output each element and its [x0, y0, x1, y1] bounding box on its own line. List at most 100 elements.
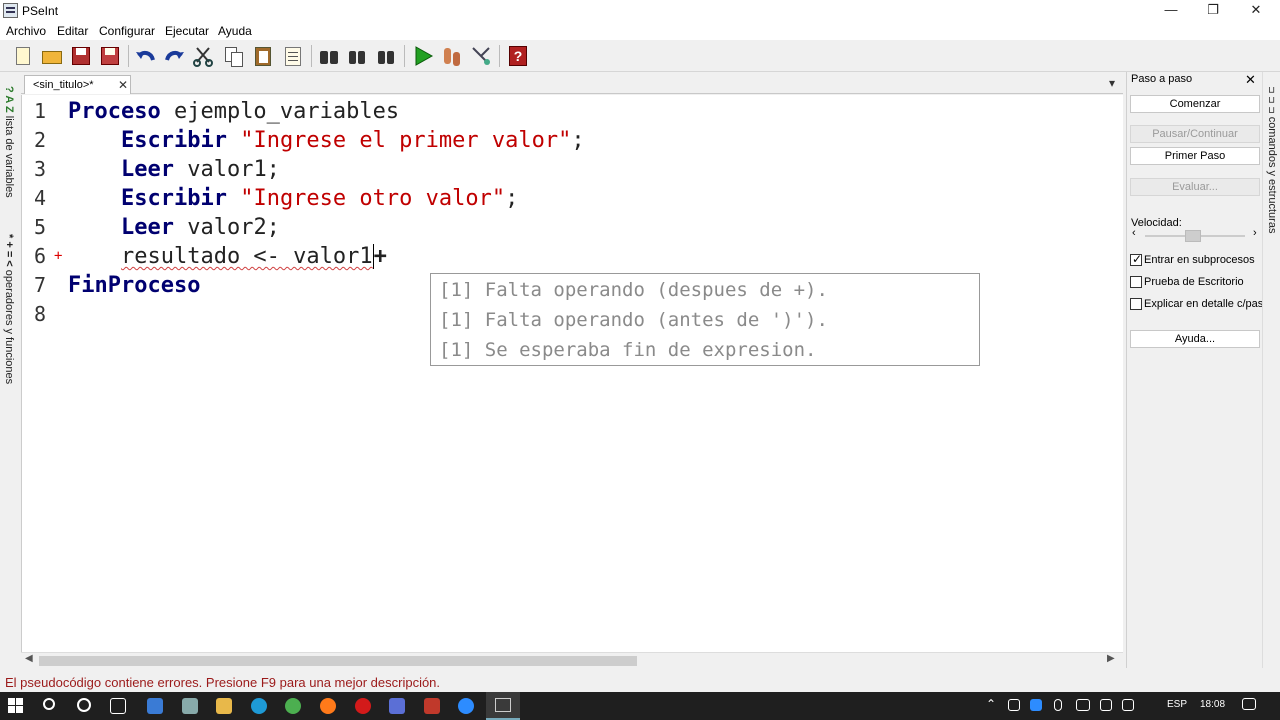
- pause-continue-button[interactable]: Pausar/Continuar: [1130, 125, 1260, 143]
- tab-label: <sin_titulo>*: [33, 79, 94, 91]
- firefox-icon[interactable]: [320, 698, 336, 714]
- explain-detail-label: Explicar en detalle c/paso: [1144, 298, 1270, 310]
- explain-detail-checkbox[interactable]: [1130, 298, 1142, 310]
- undo-icon[interactable]: [134, 44, 158, 68]
- tab-list-dropdown-icon[interactable]: ▾: [1109, 76, 1115, 90]
- copy-icon[interactable]: [222, 44, 246, 68]
- status-bar: El pseudocódigo contiene errores. Presio…: [0, 670, 1280, 692]
- app-icon[interactable]: [182, 698, 198, 714]
- toolbar: ?: [0, 40, 1280, 72]
- speed-decrease-icon[interactable]: ‹: [1132, 227, 1136, 239]
- code-line: 3 Leer valor1;: [34, 157, 280, 182]
- menu-ejecutar[interactable]: Ejecutar: [165, 24, 209, 38]
- zoom-icon[interactable]: [458, 698, 474, 714]
- tray-icon[interactable]: [1008, 699, 1020, 711]
- speed-slider-thumb[interactable]: [1185, 230, 1201, 242]
- store-icon[interactable]: [147, 698, 163, 714]
- start-button[interactable]: Comenzar: [1130, 95, 1260, 113]
- battery-icon[interactable]: [1076, 699, 1090, 711]
- restore-button[interactable]: ❐: [1191, 0, 1235, 22]
- window-title: PSeInt: [22, 4, 59, 18]
- desk-test-checkbox[interactable]: [1130, 276, 1142, 288]
- find-next-icon[interactable]: [345, 44, 369, 68]
- desk-test-label: Prueba de Escritorio: [1144, 276, 1244, 288]
- pseint-app-icon: [3, 3, 18, 18]
- error-tooltip: [1] Falta operando (despues de +). [1] F…: [430, 273, 980, 366]
- search-icon[interactable]: [43, 698, 55, 710]
- menu-editar[interactable]: Editar: [57, 24, 88, 38]
- horizontal-scrollbar[interactable]: ◀ ▶: [21, 652, 1123, 668]
- file-explorer-icon[interactable]: [216, 698, 232, 714]
- step-by-step-panel: Paso a paso ✕ Comenzar Pausar/Continuar …: [1126, 72, 1269, 668]
- variables-list-tab[interactable]: ? A Z lista de variables: [3, 86, 15, 198]
- minimize-button[interactable]: —: [1149, 0, 1193, 22]
- new-file-icon[interactable]: [11, 44, 35, 68]
- volume-icon[interactable]: [1122, 699, 1134, 711]
- run-play-icon[interactable]: [411, 44, 435, 68]
- chrome-icon[interactable]: [285, 698, 301, 714]
- menu-bar: Archivo Editar Configurar Ejecutar Ayuda: [0, 22, 1280, 40]
- status-message: El pseudocódigo contiene errores. Presio…: [5, 675, 441, 690]
- enter-subprocesses-checkbox[interactable]: [1130, 252, 1142, 266]
- task-view-icon[interactable]: [110, 698, 126, 714]
- title-bar: PSeInt — ❐ ✕: [0, 0, 1280, 22]
- language-indicator[interactable]: ESP: [1167, 699, 1187, 710]
- speed-slider[interactable]: ‹ ›: [1131, 227, 1261, 242]
- network-icon[interactable]: [1100, 699, 1112, 711]
- open-folder-icon[interactable]: [40, 44, 64, 68]
- windows-start-icon[interactable]: [8, 698, 24, 714]
- notifications-icon[interactable]: [1242, 698, 1256, 710]
- code-editor[interactable]: 1 Proceso ejemplo_variables 2 Escribir "…: [21, 95, 1123, 652]
- code-line: 1 Proceso ejemplo_variables: [34, 99, 400, 124]
- paste-icon[interactable]: [251, 44, 275, 68]
- cut-icon[interactable]: [191, 44, 215, 68]
- code-line: 5 Leer valor2;: [34, 215, 280, 240]
- enter-subprocesses-label: Entrar en subprocesos: [1144, 254, 1255, 266]
- panel-title: Paso a paso: [1131, 73, 1193, 85]
- tab-sin-titulo[interactable]: <sin_titulo>* ✕: [24, 75, 131, 94]
- error-message: [1] Falta operando (despues de +).: [439, 279, 828, 301]
- microphone-icon[interactable]: [1054, 699, 1062, 711]
- speed-increase-icon[interactable]: ›: [1253, 227, 1257, 239]
- scroll-left-icon[interactable]: ◀: [25, 653, 33, 664]
- code-line-error: 6 + resultado <- valor1+: [34, 244, 387, 269]
- menu-ayuda[interactable]: Ayuda: [218, 24, 252, 38]
- clock[interactable]: 18:08: [1200, 699, 1225, 710]
- error-message: [1] Falta operando (antes de ')').: [439, 309, 828, 331]
- cortana-icon[interactable]: [77, 698, 91, 712]
- save-as-icon[interactable]: [98, 44, 122, 68]
- save-icon[interactable]: [69, 44, 93, 68]
- edge-icon[interactable]: [251, 698, 267, 714]
- editor-tab-bar: <sin_titulo>* ✕ ▾: [21, 74, 1123, 94]
- menu-configurar[interactable]: Configurar: [99, 24, 155, 38]
- format-code-icon[interactable]: [281, 44, 305, 68]
- find-icon[interactable]: [317, 44, 341, 68]
- tab-close-icon[interactable]: ✕: [118, 78, 128, 92]
- app-icon[interactable]: [389, 698, 405, 714]
- help-button[interactable]: Ayuda...: [1130, 330, 1260, 348]
- scrollbar-thumb[interactable]: [39, 656, 637, 666]
- panel-close-icon[interactable]: ✕: [1245, 72, 1256, 88]
- flowchart-icon[interactable]: [469, 44, 493, 68]
- help-icon[interactable]: ?: [506, 44, 530, 68]
- app-icon[interactable]: [424, 698, 440, 714]
- windows-taskbar: ⌃ ESP 18:08: [0, 692, 1280, 720]
- tray-zoom-icon[interactable]: [1030, 699, 1042, 711]
- step-by-step-icon[interactable]: [440, 44, 464, 68]
- first-step-button[interactable]: Primer Paso: [1130, 147, 1260, 165]
- commands-structures-tab[interactable]: ⊐ ⊐ ⊐ comandos y estructuras: [1266, 86, 1278, 233]
- tray-chevron-icon[interactable]: ⌃: [986, 697, 996, 711]
- scroll-right-icon[interactable]: ▶: [1107, 653, 1115, 664]
- error-message: [1] Se esperaba fin de expresion.: [439, 339, 817, 361]
- opera-icon[interactable]: [355, 698, 371, 714]
- speed-label: Velocidad:: [1131, 217, 1182, 229]
- redo-icon[interactable]: [162, 44, 186, 68]
- replace-icon[interactable]: [374, 44, 398, 68]
- pseint-taskbar-button[interactable]: [486, 692, 520, 720]
- code-line: 4 Escribir "Ingrese otro valor";: [34, 186, 519, 211]
- operators-functions-tab[interactable]: * + = < operadores y funciones: [3, 234, 15, 384]
- evaluate-button[interactable]: Evaluar...: [1130, 178, 1260, 196]
- close-window-button[interactable]: ✕: [1234, 0, 1278, 22]
- menu-archivo[interactable]: Archivo: [6, 24, 46, 38]
- error-marker-icon: +: [54, 248, 63, 264]
